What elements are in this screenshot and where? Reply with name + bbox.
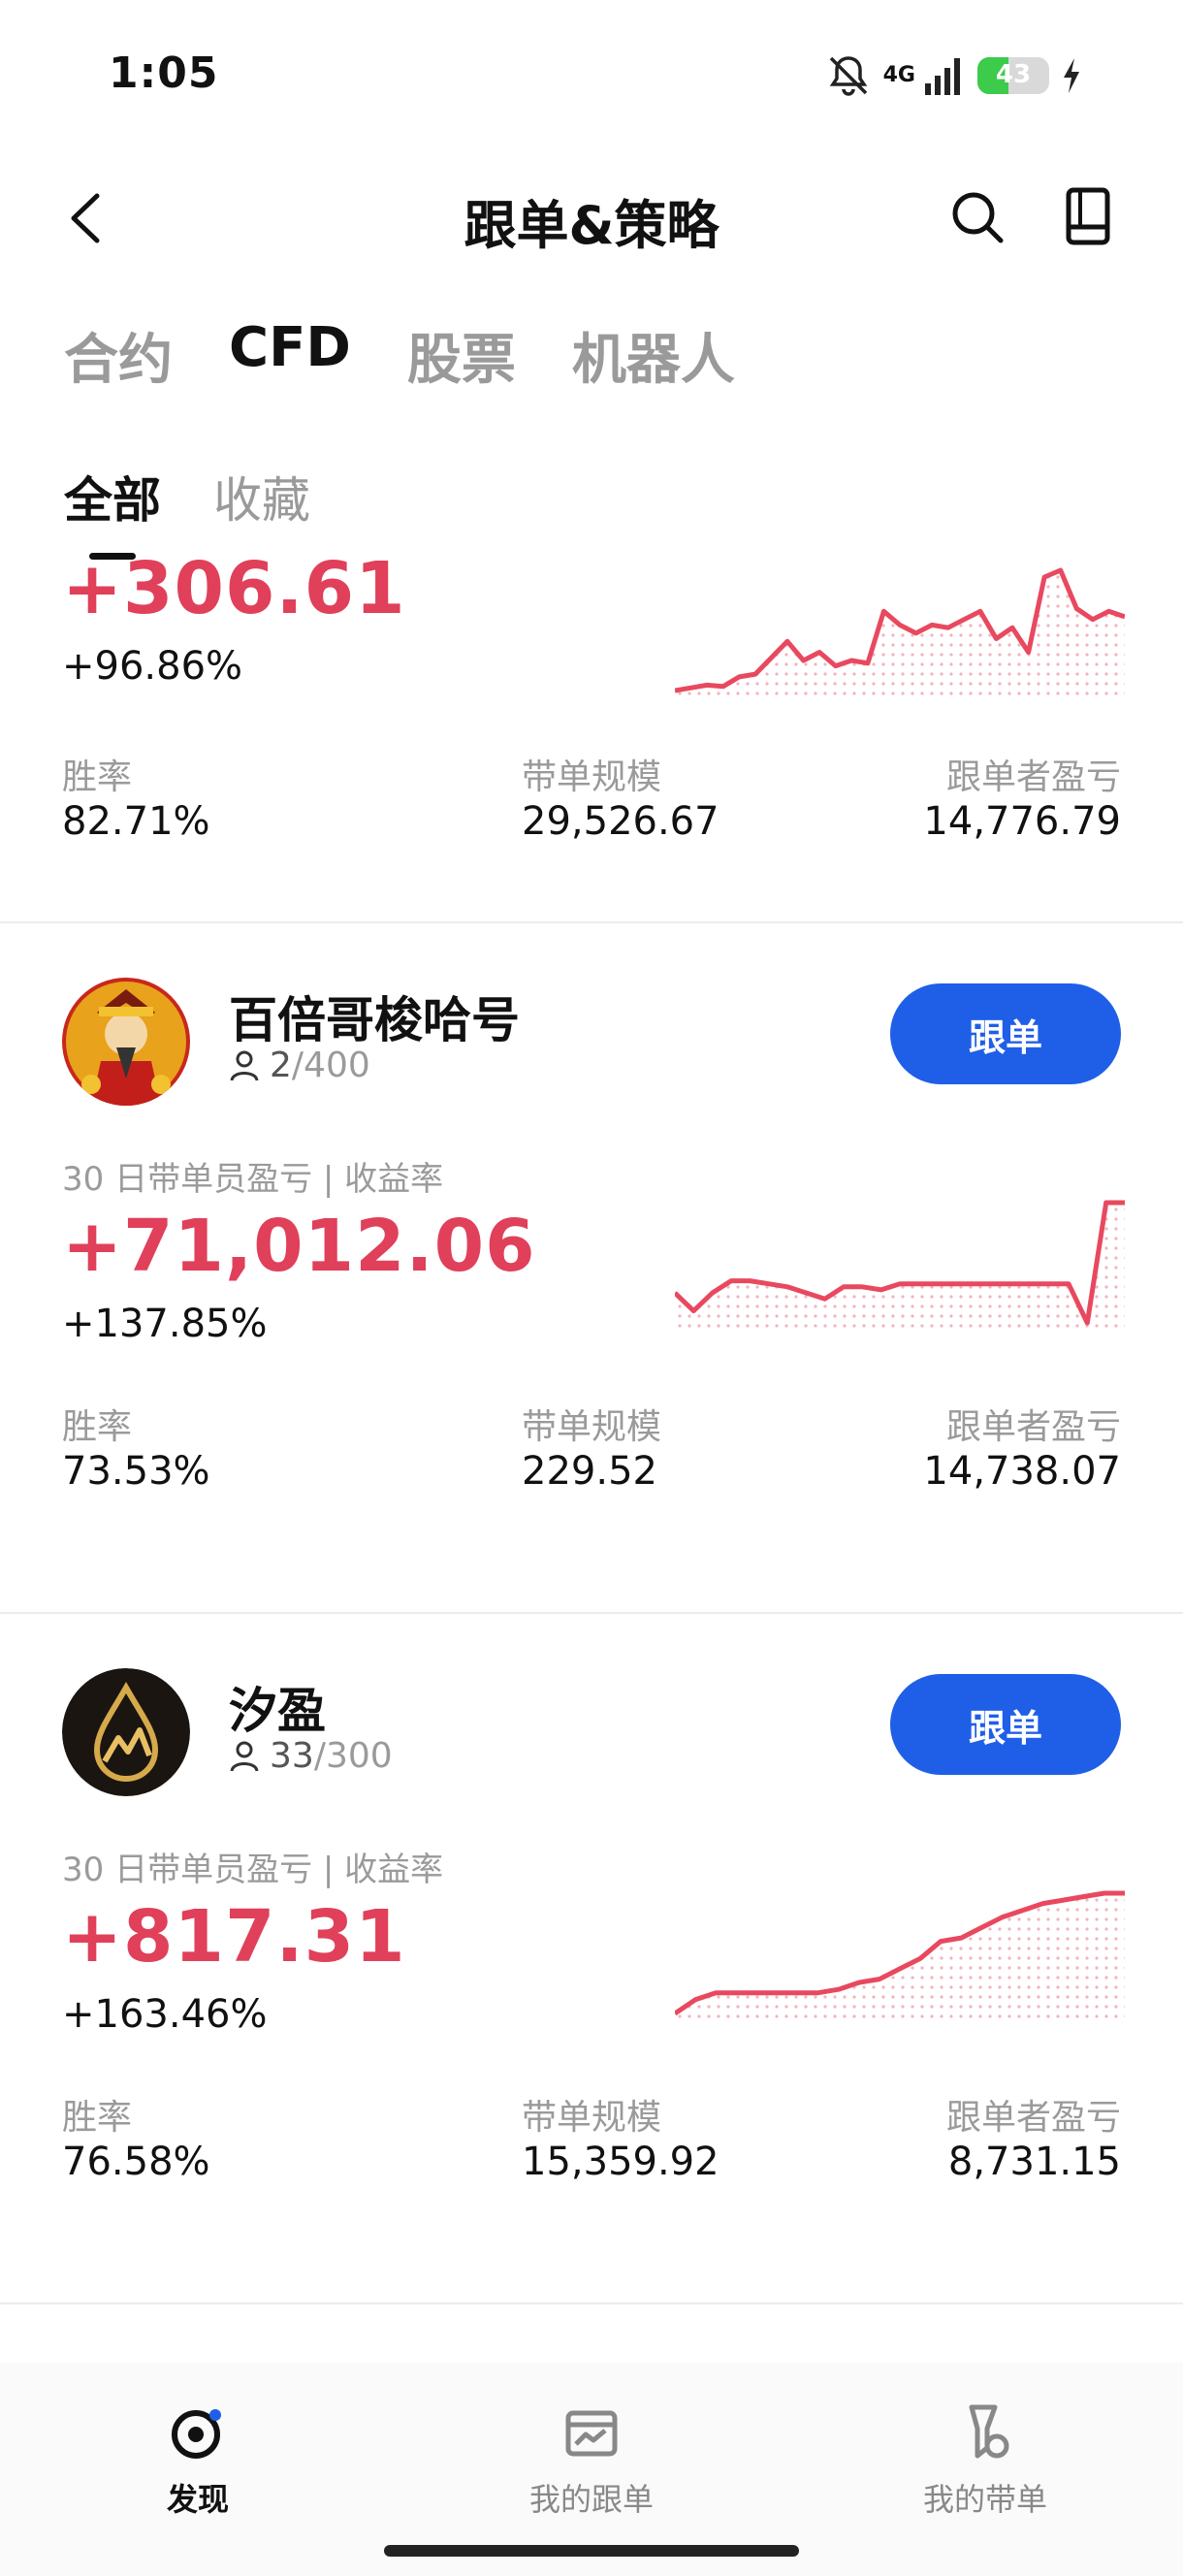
battery-indicator: 43 [977, 57, 1049, 94]
follower-pnl-label: 跟单者盈亏 [945, 1407, 1121, 1447]
trader-name[interactable]: 百倍哥梭哈号 [229, 982, 520, 1051]
follower-count: 33/300 [229, 1736, 393, 1776]
tab-contract[interactable]: 合约 [64, 316, 173, 395]
flask-medal-icon [969, 2404, 1009, 2459]
follower-current: 33 [270, 1736, 314, 1776]
sub-tabs: 全部 收藏 [64, 462, 310, 531]
person-icon [230, 1050, 259, 1081]
follower-capacity: /300 [313, 1736, 393, 1776]
sub-tab-favorites[interactable]: 收藏 [213, 462, 310, 531]
win-rate-label: 胜率 [62, 1407, 133, 1447]
sparkline-area [675, 570, 1125, 698]
status-time: 1:05 [109, 48, 219, 98]
win-rate-label: 胜率 [62, 2098, 133, 2138]
category-tabs: 合约 CFD 股票 机器人 [64, 316, 735, 395]
discover-icon [172, 2409, 221, 2459]
follow-button[interactable]: 跟单 [890, 1674, 1121, 1775]
sparkline-area [675, 1893, 1125, 2021]
tab-robot[interactable]: 机器人 [572, 316, 735, 395]
follower-pnl-value: 8,731.15 [947, 2140, 1121, 2184]
card-divider [0, 2302, 1183, 2304]
tab-stocks[interactable]: 股票 [407, 316, 516, 395]
follower-pnl-value: 14,738.07 [923, 1449, 1121, 1494]
sparkline-area [675, 1203, 1125, 1331]
status-bar: 1:05 4G 43 [0, 0, 1183, 145]
person-icon [230, 1741, 259, 1772]
nav-label: 我的带单 [922, 2481, 1047, 2518]
follow-button[interactable]: 跟单 [890, 983, 1121, 1084]
metric-label: 30 日带单员盈亏 | 收益率 [62, 1160, 444, 1199]
pnl-sparkline [675, 1890, 1125, 2021]
pnl-sparkline [675, 567, 1125, 698]
sub-tab-indicator [89, 553, 136, 560]
nav-my-lead[interactable]: 我的带单 [869, 2401, 1102, 2520]
nav-label: 发现 [166, 2481, 229, 2518]
win-rate-value: 76.58% [62, 2140, 210, 2184]
win-rate-label: 胜率 [62, 757, 133, 797]
avatar [62, 1668, 190, 1796]
charging-icon [1064, 58, 1079, 93]
tab-cfd[interactable]: CFD [229, 316, 351, 395]
bell-off-icon [829, 56, 867, 96]
battery-text: 43 [995, 60, 1032, 89]
return-pct: +96.86% [62, 644, 243, 689]
pnl-value: +71,012.06 [62, 1205, 536, 1288]
nav-label: 我的跟单 [528, 2481, 654, 2518]
signal-icon [925, 58, 960, 95]
scale-value: 229.52 [522, 1449, 657, 1494]
bottom-nav: 发现 我的跟单 我的带单 [0, 2363, 1183, 2576]
scale-label: 带单规模 [522, 2098, 662, 2138]
scale-label: 带单规模 [522, 1407, 662, 1447]
trader-card[interactable]: +306.61 +96.86% 胜率 82.71% 带单规模 29,526.67… [0, 543, 1183, 921]
nav-discover[interactable]: 发现 [81, 2401, 314, 2520]
metric-label: 30 日带单员盈亏 | 收益率 [62, 1851, 444, 1889]
guide-book-icon[interactable] [1059, 184, 1117, 248]
follower-count: 2/400 [229, 1046, 370, 1085]
search-icon[interactable] [946, 186, 1008, 248]
trader-card[interactable]: 百倍哥梭哈号 2/400 跟单 30 日带单员盈亏 | 收益率 +71,012.… [0, 923, 1183, 1612]
sub-tab-all[interactable]: 全部 [64, 462, 161, 531]
return-pct: +163.46% [62, 1992, 268, 2037]
follower-current: 2 [270, 1046, 292, 1085]
avatar [62, 978, 190, 1106]
trader-name[interactable]: 汐盈 [229, 1672, 326, 1742]
follower-capacity: /400 [291, 1046, 370, 1085]
return-pct: +137.85% [62, 1302, 268, 1346]
network-type: 4G [882, 63, 915, 87]
pnl-sparkline [675, 1200, 1125, 1331]
pnl-value: +817.31 [62, 1895, 406, 1979]
header: 跟单&策略 [0, 165, 1183, 272]
trader-card[interactable]: 汐盈 33/300 跟单 30 日带单员盈亏 | 收益率 +817.31 +16… [0, 1614, 1183, 2302]
follower-pnl-label: 跟单者盈亏 [945, 2098, 1121, 2138]
scale-label: 带单规模 [522, 757, 662, 797]
follower-pnl-label: 跟单者盈亏 [945, 757, 1121, 797]
status-icons: 4G 43 [825, 50, 1082, 101]
win-rate-value: 73.53% [62, 1449, 210, 1494]
scale-value: 15,359.92 [522, 2140, 719, 2184]
follower-pnl-value: 14,776.79 [923, 799, 1121, 844]
trader-list[interactable]: +306.61 +96.86% 胜率 82.71% 带单规模 29,526.67… [0, 543, 1183, 2367]
win-rate-value: 82.71% [62, 799, 210, 844]
chart-card-icon [565, 2410, 618, 2457]
scale-value: 29,526.67 [522, 799, 719, 844]
home-indicator[interactable] [384, 2545, 799, 2557]
nav-my-copy[interactable]: 我的跟单 [475, 2401, 708, 2520]
